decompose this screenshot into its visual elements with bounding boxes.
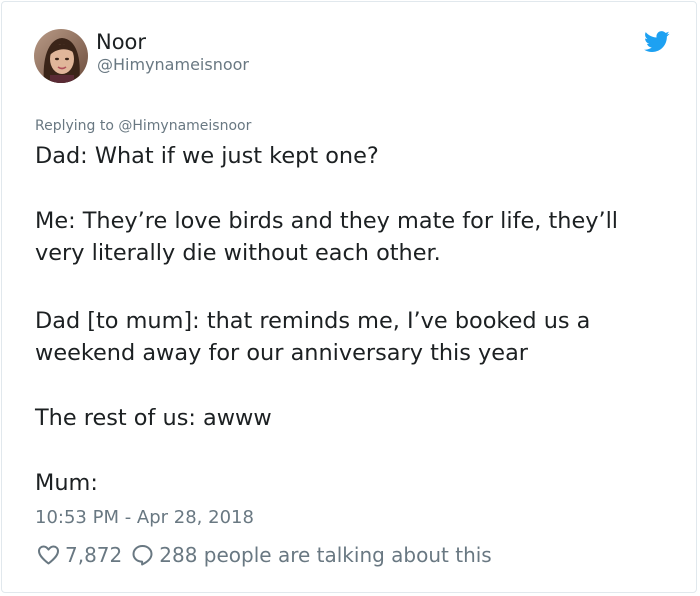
tweet-text-line: very literally die without each other. — [35, 240, 441, 266]
comment-bubble-icon[interactable] — [130, 543, 155, 567]
author-name[interactable]: Noor — [96, 29, 146, 55]
tweet-card: Noor @Himynameisnoor Replying to @Himyna… — [1, 1, 697, 593]
heart-icon[interactable] — [36, 543, 61, 567]
avatar[interactable] — [34, 29, 88, 83]
tweet-text-line: weekend away for our anniversary this ye… — [35, 340, 529, 366]
author-handle[interactable]: @Himynameisnoor — [97, 55, 249, 75]
replying-to-label[interactable]: Replying to @Himynameisnoor — [35, 117, 251, 135]
tweet-text-line: Dad: What if we just kept one? — [35, 143, 379, 169]
conversation-count[interactable]: 288 people are talking about this — [159, 543, 491, 567]
tweet-text-line: Mum: — [35, 470, 98, 496]
tweet-text-line: Dad [to mum]: that reminds me, I’ve book… — [35, 308, 591, 334]
like-count[interactable]: 7,872 — [65, 543, 122, 567]
tweet-text-line: Me: They’re love birds and they mate for… — [35, 208, 619, 234]
tweet-text-line: The rest of us: awww — [35, 405, 272, 431]
engagement-bar: 7,872 288 people are talking about this — [36, 540, 492, 570]
twitter-bird-icon[interactable] — [644, 31, 670, 53]
tweet-timestamp[interactable]: 10:53 PM - Apr 28, 2018 — [35, 506, 254, 530]
